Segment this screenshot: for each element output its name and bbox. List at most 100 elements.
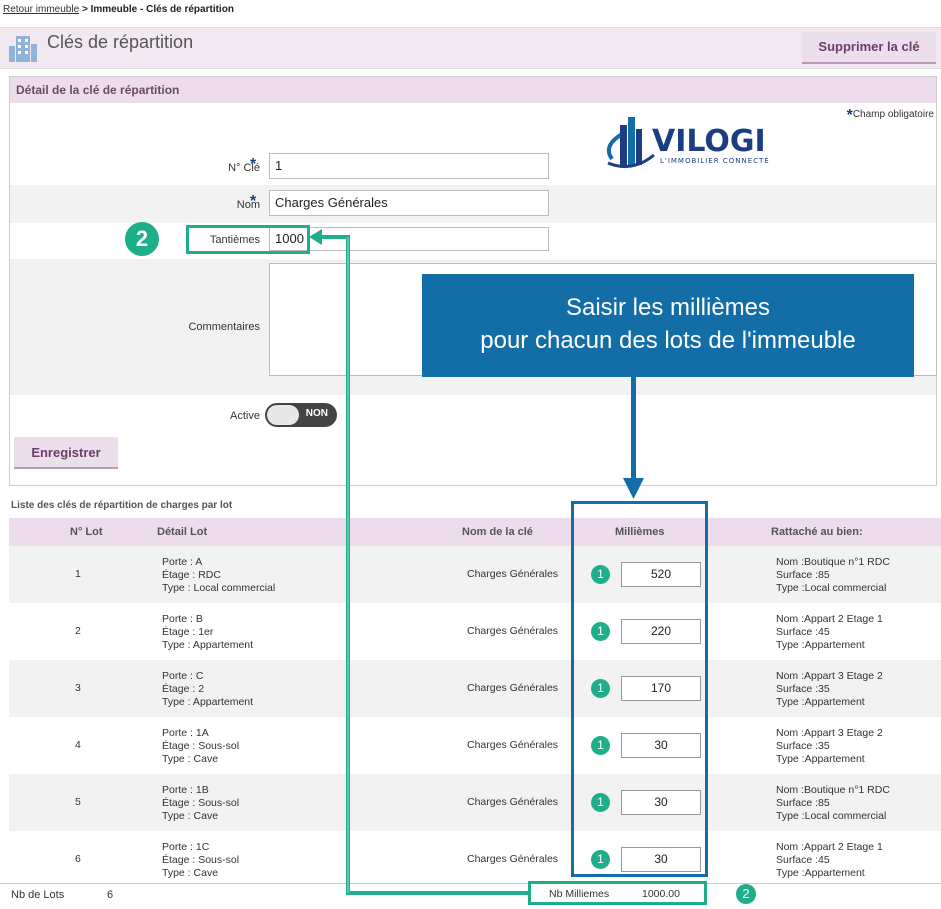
bien-type: Type :Appartement [776,639,865,651]
required-star-icon: * [250,193,257,210]
header-key-name: Nom de la clé [462,526,533,538]
linked-property: Nom :Appart 2 Etage 1 Surface :45 Type :… [776,613,883,652]
lot-detail: Porte : 1B Étage : Sous-sol Type : Cave [162,784,239,823]
milliemes-highlight-frame [571,501,708,877]
tantiemes-input[interactable]: 1000 [269,227,549,251]
bien-nom: Nom :Boutique n°1 RDC [776,556,890,568]
breadcrumb-separator: > [81,4,88,15]
form-row-nom: Nom * Charges Générales [10,185,936,223]
header-lot-no: N° Lot [70,526,103,538]
bien-nom: Nom :Appart 3 Etage 2 [776,670,883,682]
step-badge-two: 2 [736,884,756,904]
active-toggle[interactable]: NON [265,403,337,427]
instruction-callout: Saisir les millièmes pour chacun des lot… [422,274,914,377]
lot-detail: Porte : 1C Étage : Sous-sol Type : Cave [162,841,239,880]
building-icon [9,36,37,62]
lot-type: Type : Local commercial [162,582,276,594]
row-key-name: Charges Générales [467,568,559,580]
bien-type: Type :Appartement [776,696,865,708]
nb-milliemes-value: 1000.00 [642,888,680,900]
lot-etage: Étage : Sous-sol [162,740,240,752]
nb-lots-label: Nb de Lots [11,889,65,901]
bien-surface: Surface :35 [776,740,830,752]
lot-detail: Porte : C Étage : 2 Type : Appartement [162,670,253,709]
page-title: Clés de répartition [47,32,194,52]
lot-porte: Porte : C [162,670,204,682]
bien-surface: Surface :35 [776,683,830,695]
form-row-cle: N° Clé * 1 [10,149,936,185]
breadcrumb-back-link[interactable]: Retour immeuble [3,4,79,15]
bien-surface: Surface :85 [776,797,830,809]
lot-porte: Porte : 1A [162,727,209,739]
cle-number-input[interactable]: 1 [269,153,549,179]
lot-type: Type : Appartement [162,696,254,708]
linked-property: Nom :Appart 3 Etage 2 Surface :35 Type :… [776,727,883,766]
comments-label: Commentaires [188,321,260,333]
lot-number: 6 [75,853,81,865]
lot-detail: Porte : 1A Étage : Sous-sol Type : Cave [162,727,239,766]
toggle-state-text: NON [305,408,328,419]
nb-lots-value: 6 [107,889,114,901]
tantiemes-highlight-box [186,225,310,254]
header-detail-lot: Détail Lot [157,526,208,538]
toggle-knob [267,405,299,425]
row-key-name: Charges Générales [467,739,559,751]
bien-nom: Nom :Appart 2 Etage 1 [776,613,883,625]
bien-type: Type :Local commercial [776,810,887,822]
required-note-text: Champ obligatoire [852,109,934,120]
lot-etage: Étage : Sous-sol [162,797,240,809]
row-key-name: Charges Générales [467,625,559,637]
active-label: Active [230,410,260,422]
callout-line-2: pour chacun des lots de l'immeuble [480,327,856,354]
bien-surface: Surface :45 [776,626,830,638]
lot-type: Type : Cave [162,810,219,822]
lot-etage: Étage : 1er [162,626,214,638]
lot-etage: Étage : 2 [162,683,205,695]
lot-number: 5 [75,796,81,808]
lot-porte: Porte : A [162,556,203,568]
table-row: 4 Porte : 1A Étage : Sous-sol Type : Cav… [9,717,941,774]
lot-porte: Porte : 1B [162,784,209,796]
bien-surface: Surface :45 [776,854,830,866]
lot-etage: Étage : RDC [162,569,221,581]
bien-type: Type :Local commercial [776,582,887,594]
name-input[interactable]: Charges Générales [269,190,549,216]
form-row-active: Active [10,395,936,435]
breadcrumb: Retour immeuble > Immeuble - Clés de rép… [3,4,234,15]
linked-property: Nom :Appart 3 Etage 2 Surface :35 Type :… [776,670,883,709]
linked-property: Nom :Appart 2 Etage 1 Surface :45 Type :… [776,841,883,880]
breadcrumb-current: Immeuble - Clés de répartition [90,4,234,15]
lot-porte: Porte : B [162,613,203,625]
linked-property: Nom :Boutique n°1 RDC Surface :85 Type :… [776,556,890,595]
name-label: Nom [236,199,260,211]
header-rattache: Rattaché au bien: [771,526,863,538]
lot-number: 2 [75,625,81,637]
table-row: 3 Porte : C Étage : 2 Type : Appartement… [9,660,941,717]
table-row: 2 Porte : B Étage : 1er Type : Apparteme… [9,603,941,660]
callout-line-1: Saisir les millièmes [565,294,771,321]
required-note: *Champ obligatoire [847,107,934,125]
bien-type: Type :Appartement [776,867,865,879]
lot-type: Type : Appartement [162,639,254,651]
bien-nom: Nom :Boutique n°1 RDC [776,784,890,796]
lot-number: 3 [75,682,81,694]
bien-type: Type :Appartement [776,753,865,765]
row-key-name: Charges Générales [467,853,559,865]
bien-surface: Surface :85 [776,569,830,581]
step-badge-two: 2 [125,222,159,256]
row-key-name: Charges Générales [467,682,559,694]
nb-milliemes-label: Nb Milliemes [549,888,610,900]
table-header: N° Lot Détail Lot Nom de la clé Millième… [9,518,941,546]
nb-milliemes-total: Nb Milliemes 1000.00 [528,881,707,905]
lot-type: Type : Cave [162,753,219,765]
delete-key-button[interactable]: Supprimer la clé [802,32,936,64]
bien-nom: Nom :Appart 2 Etage 1 [776,841,883,853]
save-button[interactable]: Enregistrer [14,437,118,469]
lot-porte: Porte : 1C [162,841,210,853]
required-star-icon: * [250,156,257,173]
table-row: 5 Porte : 1B Étage : Sous-sol Type : Cav… [9,774,941,831]
page-header: Clés de répartition Supprimer la clé [0,27,941,69]
lot-detail: Porte : B Étage : 1er Type : Appartement [162,613,253,652]
lot-number: 1 [75,568,81,580]
list-title: Liste des clés de répartition de charges… [11,500,233,511]
